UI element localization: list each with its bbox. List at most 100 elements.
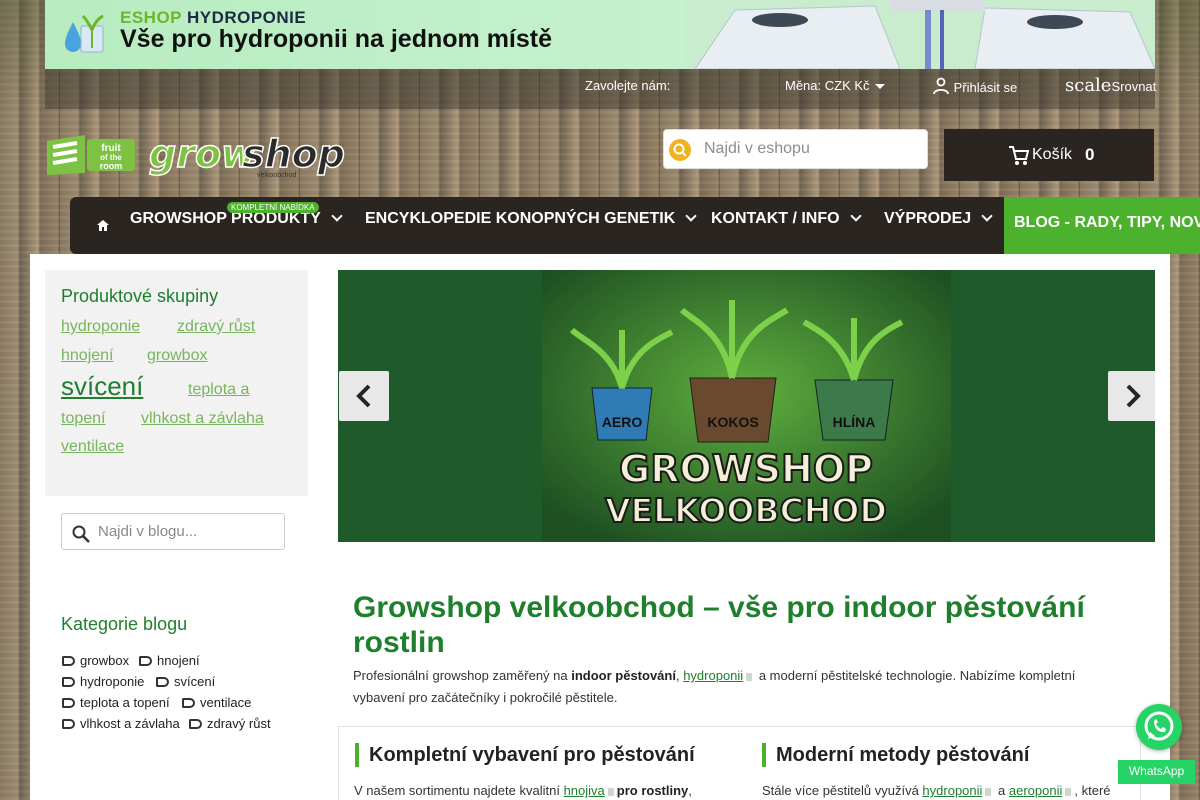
login-link[interactable]: Přihlásit se <box>932 77 1017 95</box>
compare-link[interactable]: scaleSrovnat <box>1065 75 1156 96</box>
slide-title-line2: VELKOOBCHOD <box>605 491 887 530</box>
col1-heading: Kompletní vybavení pro pěstování <box>355 743 695 767</box>
category-label: teplota a topení <box>80 695 170 710</box>
chevron-down-icon <box>685 210 697 222</box>
nav-item-blog[interactable]: BLOG - RADY, TIPY, NOVI <box>1004 197 1200 254</box>
tag-topeni[interactable]: topení <box>61 410 105 428</box>
col-text: , které <box>1074 783 1111 798</box>
tag-icon <box>62 656 75 666</box>
search-placeholder: Najdi v eshopu <box>704 140 810 157</box>
chevron-left-icon <box>356 384 371 408</box>
category-hydroponie[interactable]: hydroponie <box>62 674 144 689</box>
whatsapp-button[interactable] <box>1136 704 1182 750</box>
blog-search-placeholder: Najdi v blogu... <box>98 523 198 540</box>
link-icon <box>746 673 753 681</box>
category-teplota[interactable]: teplota a topení <box>62 695 170 710</box>
tag-vlhkost[interactable]: vlhkost a závlaha <box>141 410 264 428</box>
category-ventilace[interactable]: ventilace <box>182 695 251 710</box>
category-label: vlhkost a závlaha <box>80 716 180 731</box>
blog-categories-title: Kategorie blogu <box>61 614 188 634</box>
main-navigation: GROWSHOP PRODUKTY KOMPLETNÍ NABÍDKA ENCY… <box>70 197 1200 254</box>
link-hydroponii[interactable]: hydroponii <box>922 783 982 798</box>
svg-text:grow: grow <box>149 133 257 176</box>
link-icon <box>607 788 614 796</box>
scale-icon: scale <box>1065 75 1112 96</box>
pot-label-kokos: KOKOS <box>707 414 758 430</box>
svg-text:velkoobchod: velkoobchod <box>257 172 296 179</box>
slider-next-button[interactable] <box>1108 371 1155 421</box>
currency-label: Měna: <box>785 78 822 93</box>
tag-hydroponie[interactable]: hydroponie <box>61 318 140 336</box>
search-icon <box>669 139 691 161</box>
category-label: svícení <box>174 674 216 689</box>
eshop-search-input[interactable]: Najdi v eshopu <box>663 129 928 169</box>
caret-down-icon <box>874 84 885 90</box>
tag-teplota[interactable]: teplota a <box>188 381 249 399</box>
tag-icon <box>182 698 195 708</box>
category-hnojeni[interactable]: hnojení <box>139 653 200 668</box>
col1-text: V našem sortimentu najdete kvalitní hnoj… <box>354 783 692 798</box>
cart-icon <box>1009 146 1030 165</box>
col-text: a <box>994 783 1009 798</box>
hydroponics-logo-icon <box>65 14 104 53</box>
compare-label: Srovnat <box>1111 79 1157 94</box>
nav-label: VÝPRODEJ <box>884 210 972 227</box>
intro-text: vybavení pro začátečníky i pokročilé pěs… <box>353 690 618 705</box>
tag-sviceni[interactable]: svícení <box>61 371 143 402</box>
nav-item-encyklopedie[interactable]: ENCYKLOPEDIE KONOPNÝCH GENETIK <box>365 210 697 228</box>
cart-button[interactable]: Košík 0 <box>944 129 1154 181</box>
hydroponic-system-image <box>685 0 1155 69</box>
fruit-of-the-room-logo[interactable]: fruit of the room <box>45 133 137 177</box>
promo-banner[interactable]: ESHOP HYDROPONIE Vše pro hydroponii na j… <box>45 0 1155 69</box>
category-zdravy-rust[interactable]: zdravý růst <box>189 716 271 731</box>
page-title: Growshop velkoobchod – vše pro indoor pě… <box>353 591 1085 659</box>
nav-label: ENCYKLOPEDIE KONOPNÝCH GENETIK <box>365 210 676 227</box>
col-text: Stále více pěstitelů využívá <box>762 783 923 798</box>
tag-ventilace[interactable]: ventilace <box>61 438 124 456</box>
link-aeroponii[interactable]: aeroponii <box>1009 783 1063 798</box>
blog-search-input[interactable]: Najdi v blogu... <box>61 513 285 550</box>
tag-hnojeni[interactable]: hnojení <box>61 347 114 365</box>
chevron-right-icon <box>1126 384 1141 408</box>
nav-item-kontakt[interactable]: KONTAKT / INFO <box>711 210 862 228</box>
growshop-velkoobchod-logo[interactable]: grow shop velkoobchod <box>147 133 347 179</box>
product-groups-title: Produktové skupiny <box>61 286 219 306</box>
slider-prev-button[interactable] <box>339 371 389 421</box>
link-hydroponii[interactable]: hydroponii <box>683 668 743 683</box>
link-hnojiva[interactable]: hnojiva <box>564 783 605 798</box>
svg-text:shop: shop <box>242 133 345 176</box>
tag-growbox[interactable]: growbox <box>147 347 207 365</box>
category-vlhkost[interactable]: vlhkost a závlaha <box>62 716 180 731</box>
category-label: hydroponie <box>80 674 145 689</box>
hero-slider[interactable]: AERO KOKOS HLÍNA GROWSHOP VELKOOBCHOD <box>338 270 1155 542</box>
currency-value: CZK Kč <box>824 78 870 93</box>
cart-label: Košík <box>1032 146 1073 163</box>
home-icon[interactable] <box>97 220 109 231</box>
whatsapp-label[interactable]: WhatsApp <box>1118 760 1195 784</box>
link-icon <box>985 788 992 796</box>
currency-selector[interactable]: Měna: CZK Kč <box>785 78 885 93</box>
call-us-label: Zavolejte nám: <box>585 78 671 93</box>
category-sviceni[interactable]: svícení <box>156 674 215 689</box>
tag-icon <box>189 719 202 729</box>
pot-label-hlina: HLÍNA <box>833 414 876 430</box>
nav-badge: KOMPLETNÍ NABÍDKA <box>227 202 319 213</box>
intro-bold: indoor pěstování <box>571 668 676 683</box>
category-label: growbox <box>80 653 130 668</box>
intro-text: Profesionální growshop zaměřený na <box>353 668 572 683</box>
tag-zdravy-rust[interactable]: zdravý růst <box>177 318 255 336</box>
user-icon <box>933 77 949 95</box>
login-label: Přihlásit se <box>953 80 1018 95</box>
nav-label: KONTAKT / INFO <box>711 210 840 227</box>
tag-icon <box>156 677 169 687</box>
tag-icon <box>139 656 152 666</box>
call-us[interactable]: Zavolejte nám: <box>585 78 670 93</box>
category-growbox[interactable]: growbox <box>62 653 129 668</box>
slide-image: AERO KOKOS HLÍNA GROWSHOP VELKOOBCHOD <box>542 270 951 542</box>
banner-headline: Vše pro hydroponii na jednom místě <box>120 25 553 53</box>
link-icon <box>1065 788 1072 796</box>
col2-heading: Moderní metody pěstování <box>762 743 1029 767</box>
nav-item-vyprodej[interactable]: VÝPRODEJ <box>884 210 993 228</box>
category-label: ventilace <box>200 695 252 710</box>
pot-label-aero: AERO <box>602 414 643 430</box>
